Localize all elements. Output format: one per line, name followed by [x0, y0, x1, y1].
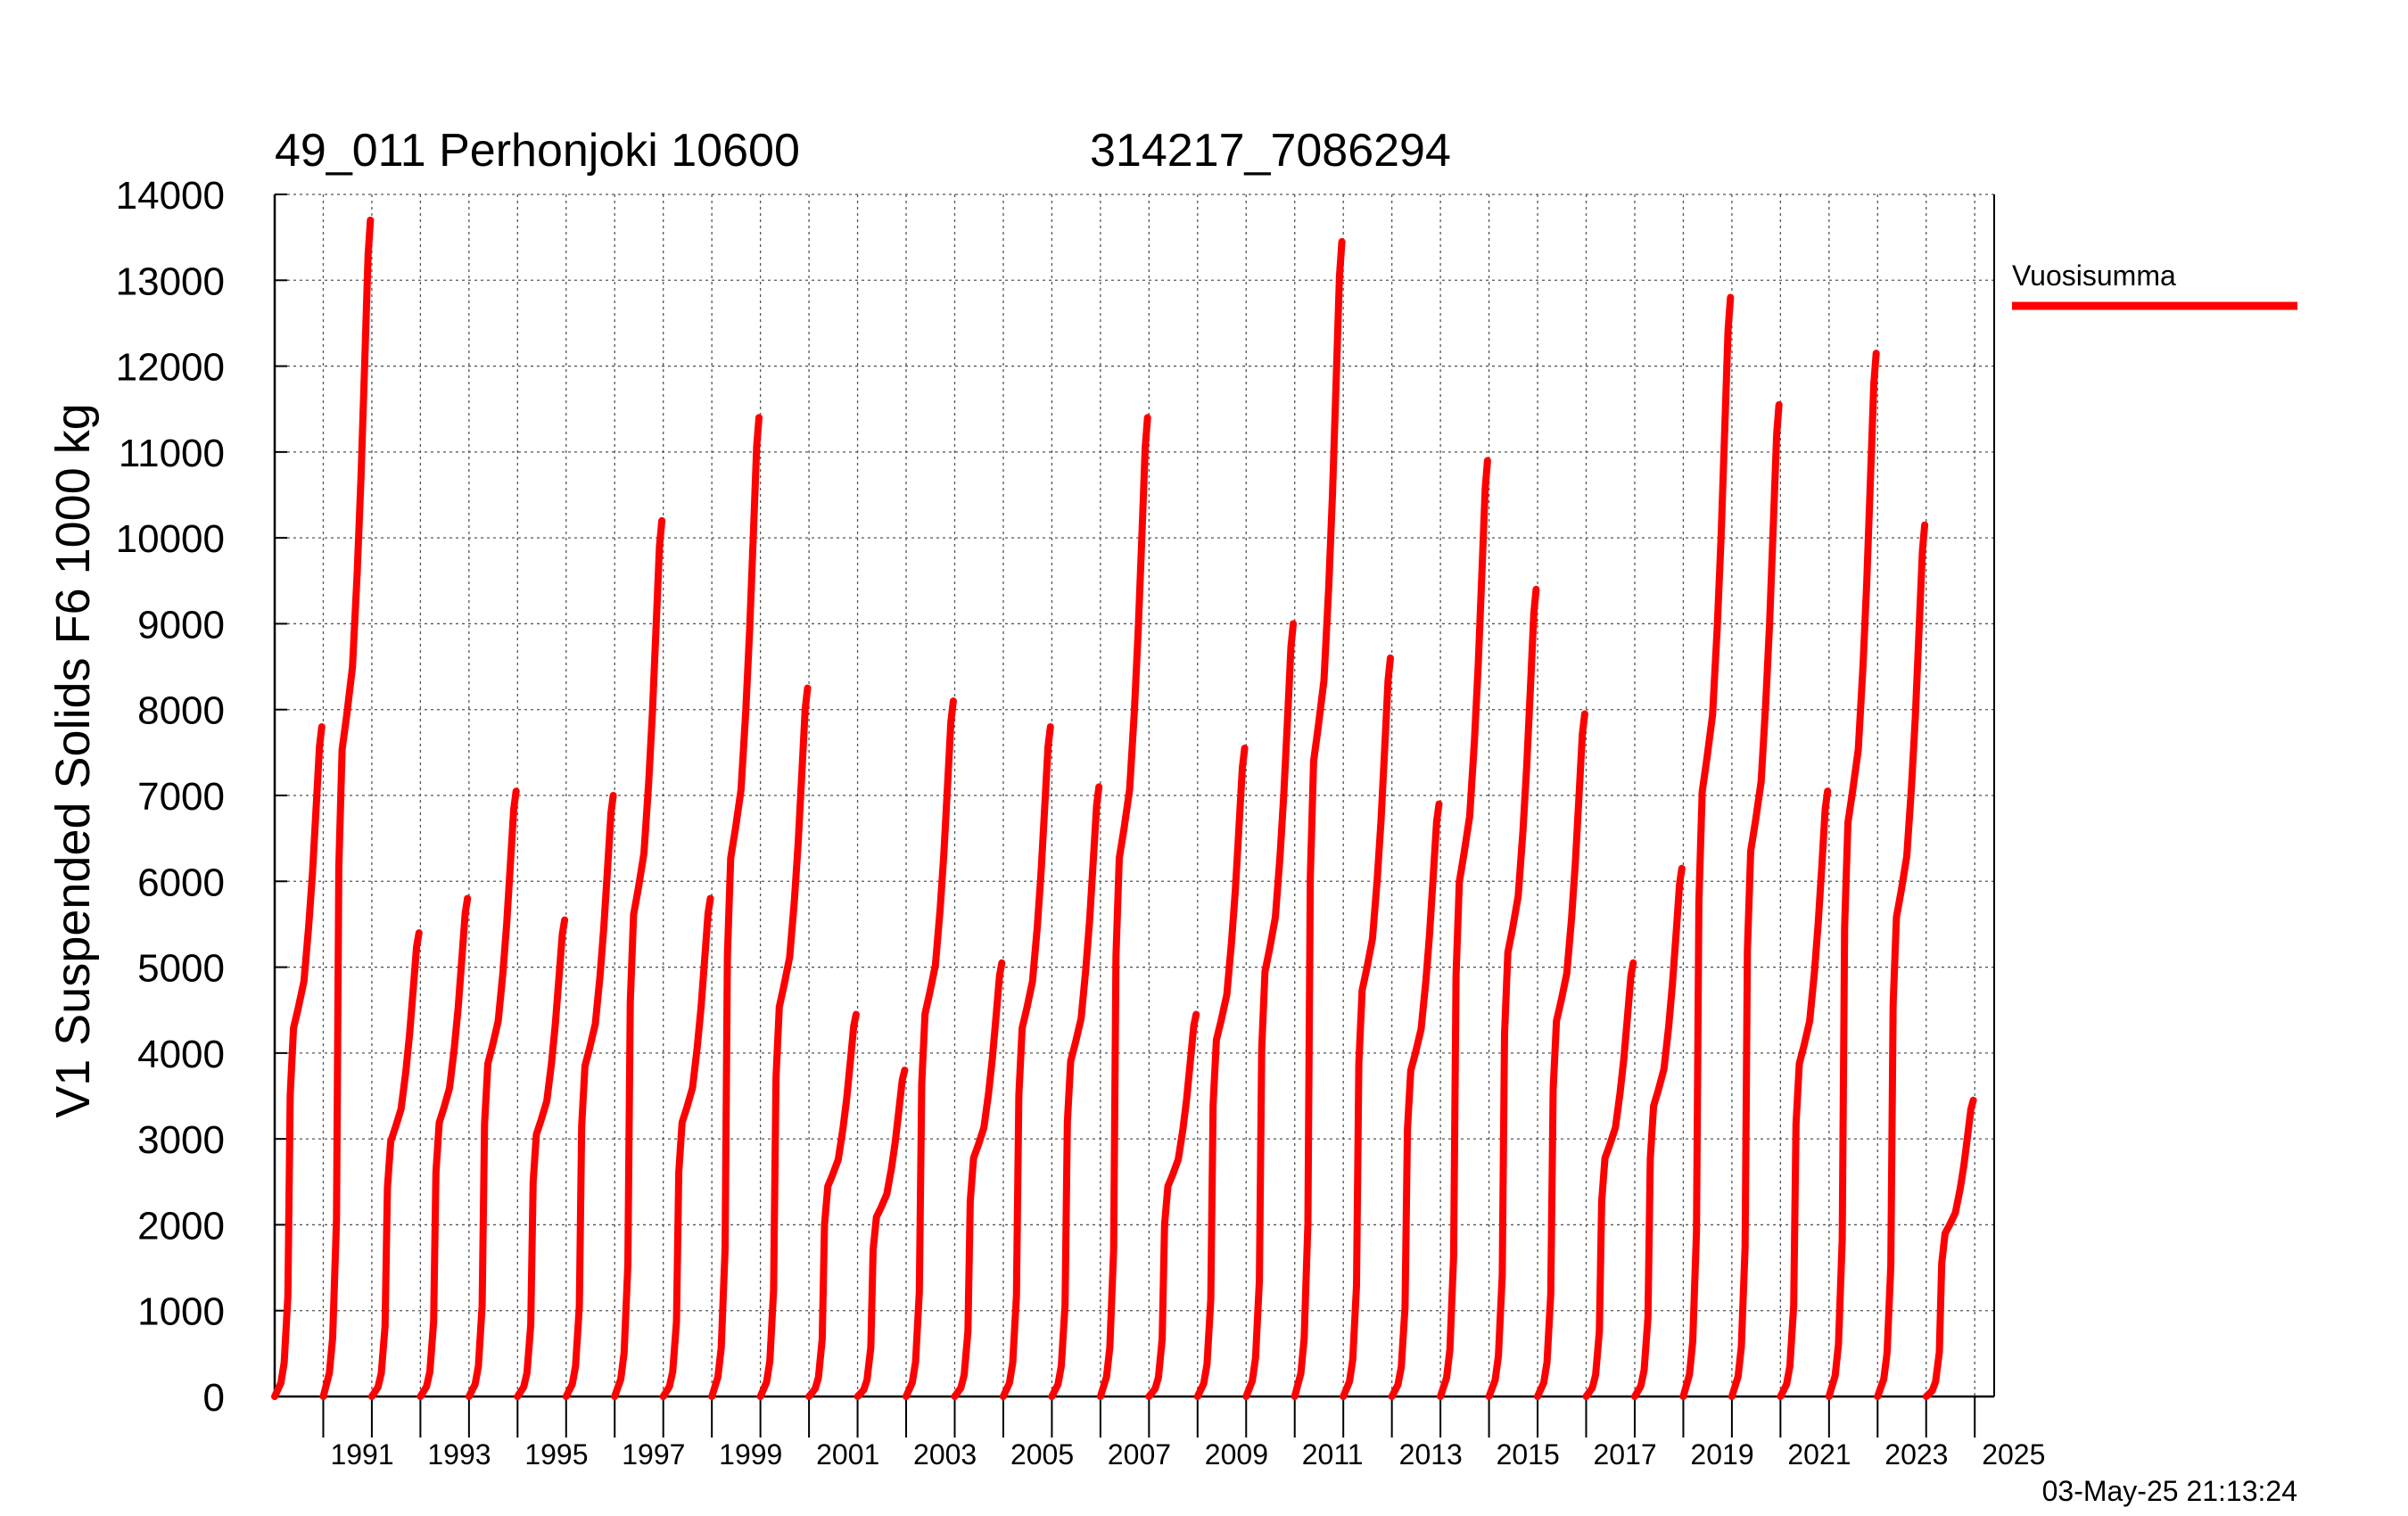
y-axis-ticks: 0 1000 2000 3000 4000 5000 6000 7000 8000 9000 100…: [116, 174, 287, 1420]
series-line-year: [1534, 710, 1588, 1400]
legend: Vuosisumma: [2012, 260, 2297, 310]
series-line-year: [1437, 457, 1491, 1400]
x-tick-label: 2025: [1982, 1438, 2045, 1471]
chart-title-left: 49_011 Perhonjoki 10600: [275, 125, 800, 177]
timestamp: 03-May-25 21:13:24: [2042, 1475, 2297, 1507]
x-tick-label: 1997: [622, 1438, 685, 1471]
x-tick-label: 2017: [1594, 1438, 1657, 1471]
series-lines: [271, 216, 1977, 1400]
y-axis-label: V1 Suspended Solids F6 1000 kg: [46, 403, 100, 1118]
series-line-year: [514, 916, 569, 1400]
chart: 49_011 Perhonjoki 10600 314217_7086294 0…: [46, 125, 2297, 1507]
series-line-year: [562, 792, 617, 1400]
series-line-year: [465, 787, 520, 1400]
y-tick-label: 10000: [116, 517, 225, 561]
y-tick-label: 2000: [137, 1204, 225, 1248]
y-tick-label: 14000: [116, 174, 225, 218]
y-tick-label: 6000: [137, 861, 225, 904]
series-line-year: [1922, 1096, 1977, 1400]
y-tick-label: 11000: [119, 432, 225, 475]
y-tick-label: 12000: [116, 346, 225, 390]
x-tick-label: 2005: [1010, 1438, 1074, 1471]
series-line-year: [1485, 585, 1540, 1400]
x-tick-label: 2001: [816, 1438, 879, 1471]
x-tick-label: 2021: [1787, 1438, 1851, 1471]
series-line-year: [1193, 745, 1249, 1400]
series-line-year: [319, 216, 375, 1400]
x-tick-label: 2011: [1302, 1438, 1364, 1471]
series-line-year: [1145, 1010, 1200, 1400]
series-line-year: [659, 894, 714, 1400]
x-tick-label: 1995: [524, 1438, 588, 1471]
series-line-year: [903, 697, 957, 1400]
series-line-year: [805, 1010, 860, 1400]
y-tick-label: 4000: [137, 1033, 225, 1076]
series-line-year: [367, 929, 423, 1400]
x-tick-label: 2013: [1399, 1438, 1463, 1471]
x-tick-label: 2015: [1497, 1438, 1560, 1471]
series-line-year: [1777, 787, 1832, 1400]
x-tick-label: 2003: [913, 1438, 977, 1471]
legend-label: Vuosisumma: [2012, 260, 2176, 292]
x-tick-label: 2023: [1884, 1438, 1948, 1471]
series-line-year: [1825, 350, 1880, 1400]
chart-title-right: 314217_7086294: [1090, 125, 1451, 177]
x-tick-label: 2009: [1205, 1438, 1268, 1471]
series-line-year: [1582, 959, 1637, 1400]
series-line-year: [708, 414, 763, 1400]
series-line-year: [1631, 864, 1686, 1400]
y-tick-label: 3000: [137, 1118, 225, 1162]
series-line-year: [611, 516, 666, 1400]
y-tick-label: 5000: [137, 947, 225, 991]
y-tick-label: 9000: [137, 603, 225, 647]
series-line-year: [999, 723, 1054, 1400]
series-line-year: [1291, 238, 1346, 1400]
y-tick-label: 1000: [137, 1290, 225, 1334]
x-tick-label: 2019: [1690, 1438, 1753, 1471]
x-tick-label: 1991: [330, 1438, 393, 1471]
y-tick-label: 0: [203, 1376, 225, 1420]
x-tick-label: 1999: [719, 1438, 782, 1471]
y-tick-label: 13000: [116, 260, 225, 303]
series-line-year: [951, 959, 1006, 1400]
series-line-year: [271, 723, 326, 1400]
series-line-year: [756, 684, 812, 1400]
series-line-year: [1679, 293, 1735, 1400]
x-axis-ticks: 1991 1993 1995 1997 1999 2001 2003 2005 2007 2009…: [322, 1397, 2045, 1471]
series-line-year: [1048, 783, 1103, 1400]
series-line-year: [1340, 654, 1394, 1400]
series-line-year: [1388, 800, 1443, 1400]
series-line-year: [854, 1067, 909, 1400]
x-tick-label: 2007: [1108, 1438, 1171, 1471]
x-tick-label: 1993: [427, 1438, 491, 1471]
y-tick-label: 7000: [137, 775, 225, 819]
y-tick-label: 8000: [137, 689, 225, 733]
series-line-year: [1096, 414, 1151, 1400]
series-line-year: [416, 894, 472, 1400]
series-line-year: [1728, 400, 1783, 1400]
series-line-year: [1242, 620, 1298, 1400]
series-line-year: [1874, 521, 1929, 1400]
